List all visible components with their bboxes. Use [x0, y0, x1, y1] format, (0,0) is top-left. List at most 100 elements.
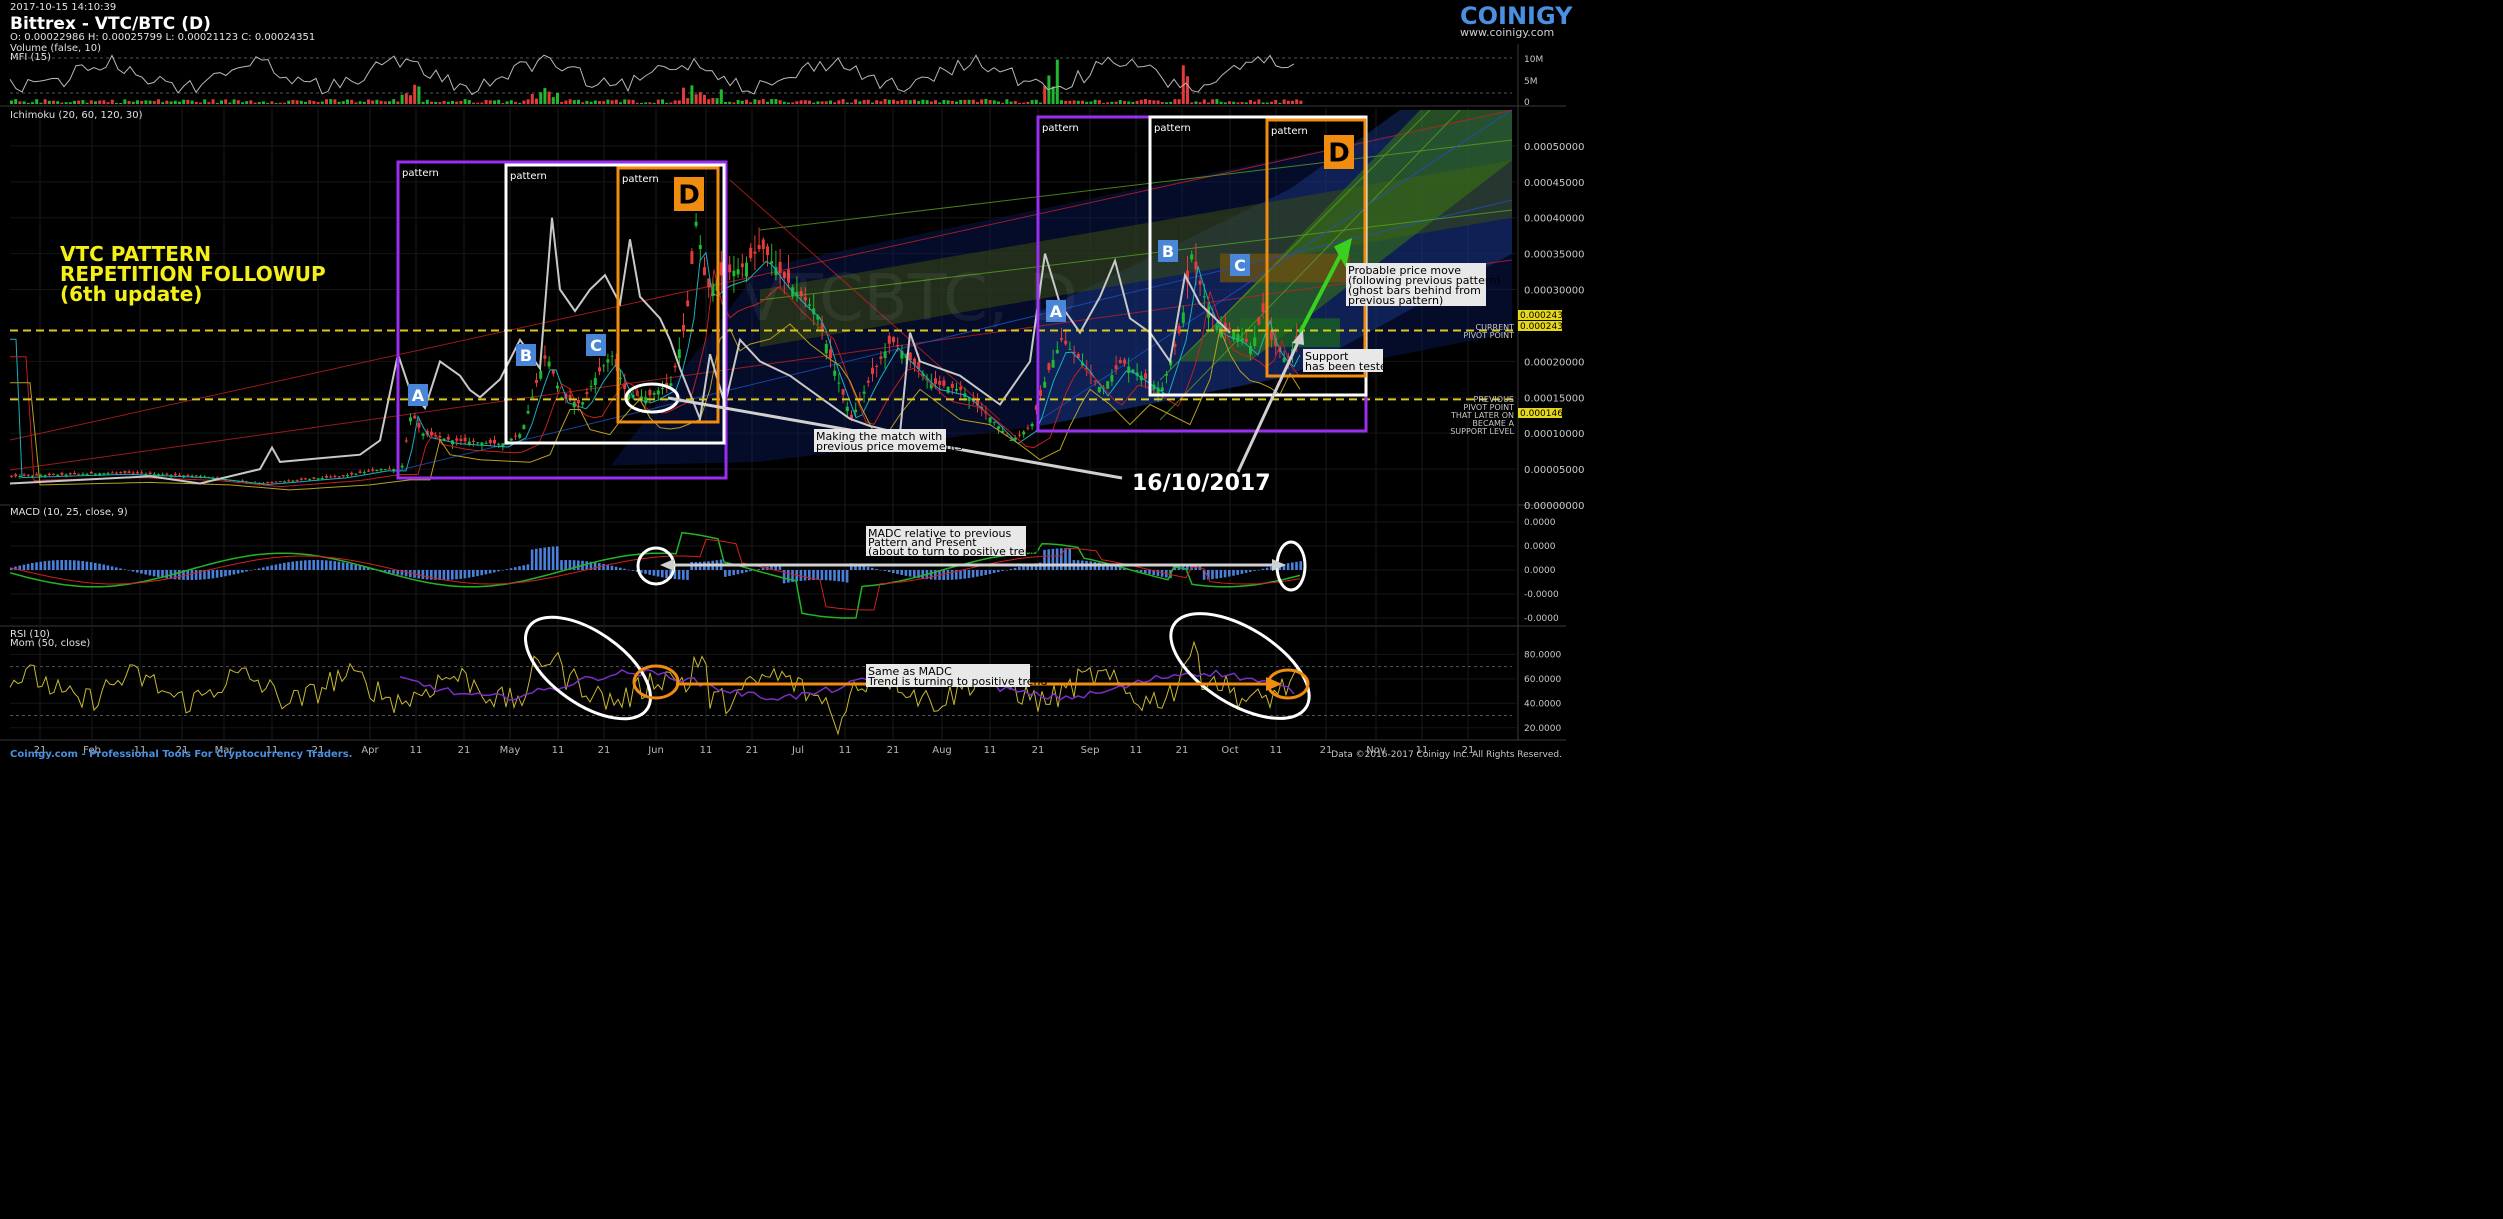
- candle-body: [459, 438, 463, 442]
- volume-bar: [362, 101, 366, 104]
- volume-bar: [94, 101, 97, 104]
- volume-bar: [812, 102, 816, 104]
- candle-body: [585, 392, 589, 395]
- candle-body: [266, 482, 270, 484]
- volume-bar: [631, 99, 635, 104]
- volume-bar: [253, 102, 257, 104]
- candle-body: [854, 409, 858, 413]
- volume-bar: [862, 100, 866, 104]
- volume-bar: [1202, 99, 1206, 104]
- volume-bar: [316, 102, 320, 104]
- macd-histogram-bar: [476, 570, 479, 577]
- volume-bar: [203, 99, 207, 104]
- candle-body: [43, 475, 47, 477]
- volume-bar: [724, 102, 727, 104]
- volume-bar: [593, 100, 597, 104]
- volume-bar: [346, 99, 349, 104]
- candle-body: [547, 361, 551, 367]
- candle-body: [127, 471, 131, 474]
- macd-histogram-bar: [144, 570, 147, 575]
- macd-histogram-bar: [249, 570, 252, 571]
- volume-bar: [224, 99, 228, 104]
- macd-histogram-bar: [81, 561, 84, 570]
- volume-bar: [417, 86, 421, 104]
- volume-bar: [136, 100, 139, 104]
- volume-bar: [425, 99, 429, 104]
- macd-histogram-bar: [89, 562, 93, 570]
- volume-bar: [1089, 101, 1093, 104]
- volume-bar: [980, 99, 984, 104]
- macd-histogram-bar: [564, 560, 567, 570]
- candle-body: [1064, 340, 1068, 345]
- volume-bar: [976, 102, 979, 104]
- price-tick-label: 0.00020000: [1524, 357, 1584, 368]
- candle-body: [274, 481, 278, 483]
- macd-histogram-bar: [404, 570, 408, 577]
- volume-bar: [157, 99, 160, 104]
- candle-body: [661, 388, 664, 390]
- volume-bar: [577, 99, 580, 104]
- volume-bar: [795, 101, 799, 104]
- candle-body: [194, 475, 198, 477]
- volume-tick-label: 0: [1524, 98, 1530, 108]
- macd-histogram-bar: [829, 570, 832, 581]
- candle-body: [73, 472, 76, 475]
- candle-body: [1253, 337, 1257, 346]
- candle-body: [350, 472, 354, 475]
- volume-bar: [1068, 100, 1072, 104]
- trading-chart[interactable]: 21 Feb 11 21 Mar 11 21 Apr 11 21 May 11 21 Jun 11 21 Jul…: [0, 0, 2503, 1219]
- candle-body: [871, 367, 874, 374]
- candle-body: [824, 343, 828, 354]
- volume-bar: [467, 100, 471, 104]
- x-tick-label: Apr: [361, 745, 379, 756]
- macd-histogram-bar: [39, 561, 42, 570]
- candle-body: [476, 442, 480, 444]
- volume-bar: [1026, 101, 1030, 104]
- volume-bar: [820, 101, 824, 104]
- volume-bar: [656, 99, 660, 104]
- volume-bar: [173, 100, 177, 104]
- volume-bar: [291, 100, 295, 104]
- volume-bar: [950, 100, 954, 104]
- volume-bar: [64, 102, 68, 104]
- label-d: D: [678, 181, 700, 211]
- volume-bar: [635, 102, 639, 104]
- coinigy-url: www.coinigy.com: [1460, 26, 1554, 39]
- volume-bar: [245, 101, 249, 104]
- volume-bar: [707, 99, 711, 104]
- volume-bar: [1173, 99, 1177, 104]
- macd-histogram-bar: [522, 565, 525, 570]
- macd-histogram-bar: [1253, 570, 1256, 571]
- candle-body: [308, 479, 312, 481]
- x-tick-label: 21: [1032, 745, 1045, 756]
- probable-move-note: previous pattern): [1348, 294, 1443, 307]
- macd-histogram-bar: [732, 570, 735, 576]
- macd-histogram-bar: [661, 570, 664, 578]
- candle-body: [560, 397, 564, 399]
- volume-bar: [929, 101, 933, 104]
- volume-bar: [749, 102, 753, 104]
- macd-histogram-bar: [505, 569, 509, 570]
- volume-bar: [493, 100, 496, 104]
- macd-histogram-bar: [556, 546, 559, 570]
- candle-body: [673, 365, 677, 368]
- candle-body: [375, 469, 379, 472]
- candle-body: [1144, 373, 1147, 379]
- macd-histogram-bar: [22, 564, 26, 570]
- rsi-tick-label: 60.0000: [1524, 675, 1561, 685]
- volume-bar: [396, 101, 400, 104]
- volume-bar: [333, 99, 337, 104]
- volume-bar: [211, 99, 215, 104]
- volume-bar: [131, 101, 135, 104]
- macd-histogram-bar: [194, 570, 198, 580]
- macd-histogram-bar: [215, 570, 219, 578]
- macd-histogram-bar: [875, 568, 878, 570]
- volume-bar: [228, 102, 232, 104]
- volume-bar: [1265, 102, 1269, 104]
- volume-bar: [320, 101, 324, 104]
- candle-body: [299, 478, 303, 480]
- volume-bar: [81, 100, 85, 104]
- macd-histogram-bar: [950, 570, 954, 580]
- volume-bar: [1005, 99, 1009, 104]
- macd-histogram-bar: [610, 565, 614, 570]
